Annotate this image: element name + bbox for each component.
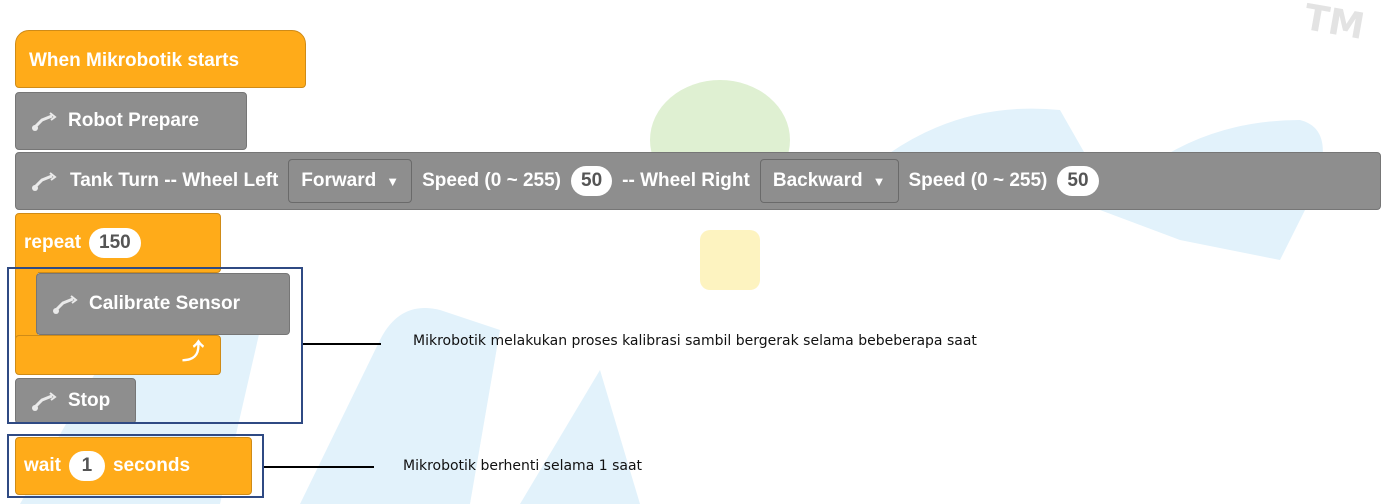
repeat-count-input[interactable]: 150 (89, 228, 141, 258)
right-speed-input[interactable]: 50 (1057, 166, 1099, 196)
robot-prepare-label: Robot Prepare (68, 110, 199, 131)
repeat-label: repeat (24, 232, 82, 253)
speed-label-left: Speed (0 ~ 255) (422, 170, 561, 191)
left-wheel-direction-dropdown[interactable]: Forward ▼ (288, 159, 413, 203)
left-direction-value: Forward (301, 170, 377, 191)
when-starts-label: When Mikrobotik starts (29, 50, 240, 71)
highlight-box-wait (7, 434, 264, 498)
tank-turn-block[interactable]: Tank Turn -- Wheel Left Forward ▼ Speed … (15, 152, 1381, 210)
callout-line-calibration (303, 343, 381, 345)
right-wheel-direction-dropdown[interactable]: Backward ▼ (759, 159, 899, 203)
trademark-mark: TM (1300, 0, 1368, 48)
left-speed-input[interactable]: 50 (571, 166, 613, 196)
wheel-right-label: -- Wheel Right (622, 170, 750, 191)
robot-arm-icon (32, 172, 57, 191)
chevron-down-icon: ▼ (872, 173, 886, 189)
robot-prepare-block[interactable]: Robot Prepare (15, 92, 247, 150)
right-direction-value: Backward (772, 170, 863, 191)
annotation-wait: Mikrobotik berhenti selama 1 saat (403, 458, 643, 474)
chevron-down-icon: ▼ (386, 173, 400, 189)
speed-label-right: Speed (0 ~ 255) (908, 170, 1048, 191)
highlight-box-calibration (7, 267, 303, 424)
repeat-block[interactable]: repeat 150 (15, 213, 221, 273)
callout-line-wait (264, 466, 374, 468)
annotation-calibration: Mikrobotik melakukan proses kalibrasi sa… (413, 333, 977, 349)
when-starts-block[interactable]: When Mikrobotik starts (15, 30, 306, 88)
tank-turn-label: Tank Turn -- Wheel Left (70, 170, 279, 191)
robot-arm-icon (32, 112, 57, 131)
